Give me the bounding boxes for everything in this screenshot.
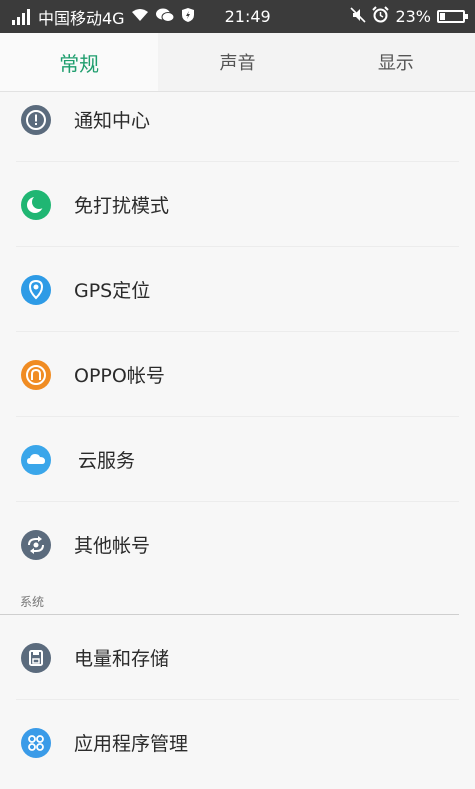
- account-icon: [21, 359, 51, 390]
- list-item-label: GPS定位: [74, 280, 151, 302]
- moon-icon: [21, 189, 51, 220]
- list-item-do-not-disturb[interactable]: 免打扰模式: [0, 162, 475, 247]
- list-item-other-accounts[interactable]: 其他帐号: [0, 502, 475, 587]
- shield-icon: [181, 7, 195, 27]
- list-item-label: OPPO帐号: [74, 365, 165, 387]
- exclamation-icon: [21, 104, 51, 135]
- list-item-label: 通知中心: [74, 110, 151, 132]
- signal-icon: [12, 8, 32, 25]
- location-pin-icon: [21, 274, 51, 305]
- list-item-label: 云服务: [78, 450, 136, 472]
- list-item-oppo-account[interactable]: OPPO帐号: [0, 332, 475, 417]
- mute-icon: [350, 6, 367, 27]
- list-item-gps[interactable]: GPS定位: [0, 247, 475, 332]
- battery-percent: 23%: [395, 7, 431, 26]
- status-bar-right: 23%: [344, 6, 468, 27]
- battery-icon: [437, 10, 468, 23]
- section-header-system: 系统: [0, 587, 459, 615]
- cloud-icon: [21, 444, 51, 475]
- wifi-icon: [131, 7, 149, 26]
- wechat-icon: [155, 7, 175, 27]
- settings-list: 通知中心 免打扰模式 GPS定位 OPPO帐号 云服务 其他帐号 系统 电量和存…: [0, 77, 475, 785]
- apps-icon: [21, 727, 51, 758]
- list-item-label: 免打扰模式: [74, 195, 170, 217]
- status-bar: 中国移动4G 21:49 23%: [0, 0, 475, 33]
- clock-label: 21:49: [224, 7, 271, 26]
- carrier-label: 中国移动4G: [38, 8, 125, 28]
- list-item-label: 应用程序管理: [74, 733, 189, 755]
- list-item-notification-center[interactable]: 通知中心: [0, 77, 475, 162]
- list-item-app-management[interactable]: 应用程序管理: [0, 700, 475, 785]
- status-bar-left: 中国移动4G 21:49: [12, 5, 277, 29]
- list-item-battery-storage[interactable]: 电量和存储: [0, 615, 475, 700]
- alarm-icon: [372, 6, 390, 27]
- list-item-cloud-service[interactable]: 云服务: [0, 417, 475, 502]
- list-item-label: 电量和存储: [74, 648, 170, 670]
- list-item-label: 其他帐号: [74, 535, 151, 557]
- sync-icon: [21, 529, 51, 560]
- storage-icon: [21, 642, 51, 673]
- settings-screen: 中国移动4G 21:49 23% 常规 声音 显示 通知中心 免打扰模式 GPS…: [0, 0, 475, 789]
